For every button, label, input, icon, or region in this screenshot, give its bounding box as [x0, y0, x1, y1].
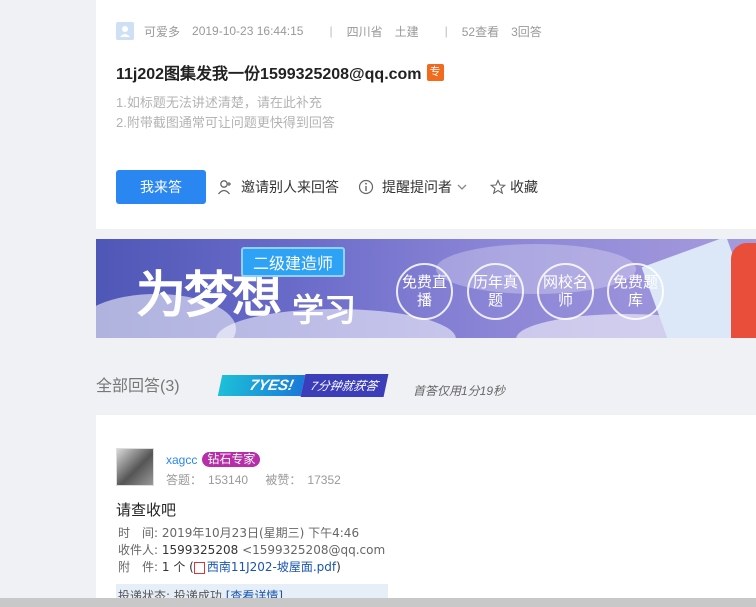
- mail-to-value: 1599325208: [161, 543, 239, 557]
- question-title-text: 11j202图集发我一份1599325208@qq.com: [116, 66, 422, 83]
- banner-circle-past-papers: 历年真题: [467, 263, 524, 320]
- likes-count: 17352: [307, 473, 341, 487]
- mail-attach-row: 附 件: 1 个 ( 西南11J202-坡屋面.pdf): [116, 559, 388, 576]
- question-category[interactable]: 土建: [395, 23, 419, 40]
- remind-button[interactable]: 提醒提问者: [358, 177, 468, 197]
- mail-time-label: 时 间:: [118, 527, 159, 540]
- question-datetime: 2019-10-23 16:44:15: [192, 24, 304, 38]
- horizontal-scrollbar[interactable]: [0, 598, 756, 607]
- banner-circle-question-bank: 免费题库: [607, 263, 664, 320]
- expert-badge: 钻石专家: [202, 452, 261, 467]
- all-answers-title: 全部回答(3): [96, 378, 180, 395]
- banner-badge: 二级建造师: [241, 247, 346, 277]
- answer-text: 请查收吧: [116, 502, 177, 519]
- mail-attach-label: 附 件:: [118, 560, 159, 574]
- answer-card: xagcc 钻石专家 答题： 153140 被赞： 17352 请查收吧 时 间: …: [96, 415, 756, 607]
- answer-user: xagcc 钻石专家: [166, 452, 261, 467]
- question-province[interactable]: 四川省: [347, 23, 383, 40]
- answer-stats: 答题： 153140 被赞： 17352: [166, 471, 347, 488]
- mail-time-value: 2019年10月23日(星期三) 下午4:46: [161, 527, 360, 540]
- seven-yes-logo: 7YES! 7分钟就获答: [217, 372, 389, 398]
- meta-divider: |: [329, 24, 333, 38]
- logo-sub: 7分钟就获答: [300, 373, 389, 397]
- mail-to-email: <1599325208@qq.com: [242, 543, 386, 557]
- mail-attach-close: ): [336, 560, 341, 574]
- answer-username[interactable]: xagcc: [166, 453, 197, 467]
- invite-button[interactable]: 邀请别人来回答: [217, 177, 339, 197]
- answer-count: 3回答: [511, 24, 542, 39]
- answer-button[interactable]: 我来答: [116, 170, 206, 204]
- banner-figure-image: [731, 243, 756, 338]
- remind-label: 提醒提问者: [382, 179, 452, 195]
- question-title: 11j202图集发我一份1599325208@qq.com 专: [116, 60, 444, 84]
- invite-label: 邀请别人来回答: [241, 179, 339, 195]
- banner-circle-teachers: 网校名师: [537, 263, 594, 320]
- question-card: 可爱多 2019-10-23 16:44:15 | 四川省 土建 | 52查看 …: [96, 0, 756, 229]
- banner-cloud: [436, 244, 636, 294]
- mail-time-row: 时 间: 2019年10月23日(星期三) 下午4:46: [116, 527, 388, 542]
- answers-label: 答题：: [166, 473, 203, 487]
- meta-divider: |: [444, 24, 448, 38]
- hint-line-1[interactable]: 1.如标题无法讲述清楚，请在此补充: [116, 92, 322, 111]
- logo-main: 7YES!: [217, 374, 306, 396]
- banner-circle-free-live: 免费直播: [396, 263, 453, 320]
- info-icon: [358, 179, 374, 195]
- chevron-down-icon: [457, 184, 467, 190]
- answers-count: 153140: [208, 473, 249, 487]
- banner-slogan-small: 学习: [292, 292, 357, 328]
- question-meta: 可爱多 2019-10-23 16:44:15 | 四川省 土建 | 52查看 …: [116, 22, 554, 40]
- mail-screenshot[interactable]: 时 间: 2019年10月23日(星期三) 下午4:46 收件人: 159932…: [116, 527, 388, 607]
- mail-to-row: 收件人: 1599325208 <1599325208@qq.com: [116, 542, 388, 559]
- author-avatar[interactable]: [116, 22, 134, 40]
- likes-label: 被赞：: [265, 473, 302, 487]
- avatar[interactable]: [116, 448, 154, 486]
- mail-attach-count: 1 个 (: [161, 560, 194, 574]
- hint-line-2[interactable]: 2.附带截图通常可让问题更快得到回答: [116, 112, 335, 131]
- author-name[interactable]: 可爱多: [144, 23, 180, 40]
- view-count: 52查看: [461, 24, 500, 39]
- pdf-icon: [193, 561, 205, 574]
- mail-to-label: 收件人:: [118, 543, 159, 557]
- first-answer-time: 首答仅用1分19秒: [413, 384, 506, 398]
- user-icon: [217, 180, 231, 195]
- specialist-tag: 专: [426, 63, 444, 81]
- favorite-label: 收藏: [510, 179, 538, 195]
- mail-attach-file: 西南11J202-坡屋面.pdf: [206, 560, 337, 574]
- star-icon: [490, 179, 506, 195]
- ad-banner[interactable]: 为梦想 学习 二级建造师 免费直播 历年真题 网校名师 免费题库: [96, 239, 756, 338]
- favorite-button[interactable]: 收藏: [490, 177, 538, 197]
